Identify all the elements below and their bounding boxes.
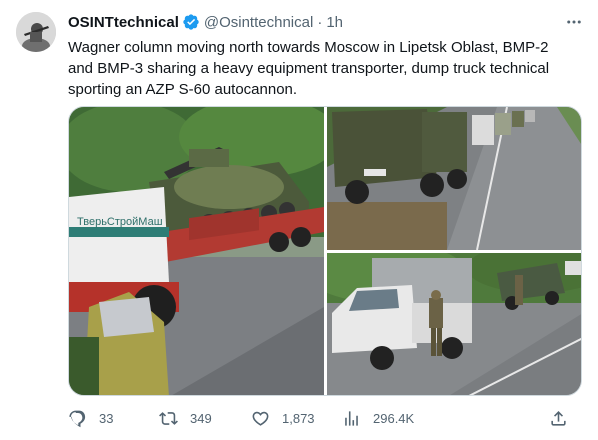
- reply-button[interactable]: 33: [68, 409, 113, 428]
- tweet-timestamp[interactable]: 1h: [326, 14, 343, 31]
- tweet-text-line: and BMP-3 sharing a heavy equipment tran…: [68, 60, 550, 77]
- author-name[interactable]: OSINTtechnical: [68, 14, 179, 31]
- author-handle[interactable]: @Osinttechnical: [204, 14, 313, 31]
- author-avatar[interactable]: [16, 12, 56, 52]
- like-count: 1,873: [282, 410, 315, 426]
- tweet-actions: 33 349 1,873 296.4K: [68, 404, 583, 432]
- heart-icon: [252, 411, 269, 426]
- media-photo-convoy[interactable]: [327, 107, 581, 250]
- views-button[interactable]: 296.4K: [342, 409, 414, 428]
- tweet-header: OSINTtechnical @Osinttechnical · 1h: [68, 12, 343, 32]
- media-photo-pickups[interactable]: [327, 253, 581, 395]
- reply-icon: [69, 410, 86, 427]
- tweet-text-line: sporting an AZP S-60 autocannon.: [68, 81, 298, 98]
- views-count: 296.4K: [373, 410, 415, 426]
- verified-badge-icon[interactable]: [182, 13, 200, 31]
- media-photo-transporter[interactable]: ТверьСтройМаш: [69, 107, 324, 395]
- tweet-text: Wagner column moving north towards Mosco…: [68, 37, 583, 100]
- retweet-count: 349: [190, 410, 212, 426]
- like-button[interactable]: 1,873: [251, 409, 315, 428]
- header-separator: ·: [317, 13, 323, 31]
- reply-count: 33: [99, 410, 114, 426]
- tweet[interactable]: OSINTtechnical @Osinttechnical · 1h Wagn…: [0, 0, 598, 440]
- tweet-media-grid: ТверьСтройМаш: [68, 106, 582, 396]
- share-icon: [551, 410, 566, 426]
- more-options-icon: [567, 20, 581, 24]
- more-options-button[interactable]: [562, 10, 586, 34]
- retweet-button[interactable]: 349: [159, 409, 212, 428]
- views-icon: [345, 410, 358, 426]
- retweet-icon: [159, 411, 178, 425]
- truck-sign-text: ТверьСтройМаш: [77, 216, 163, 228]
- tweet-text-line: Wagner column moving north towards Mosco…: [68, 39, 549, 56]
- share-button[interactable]: [549, 409, 568, 428]
